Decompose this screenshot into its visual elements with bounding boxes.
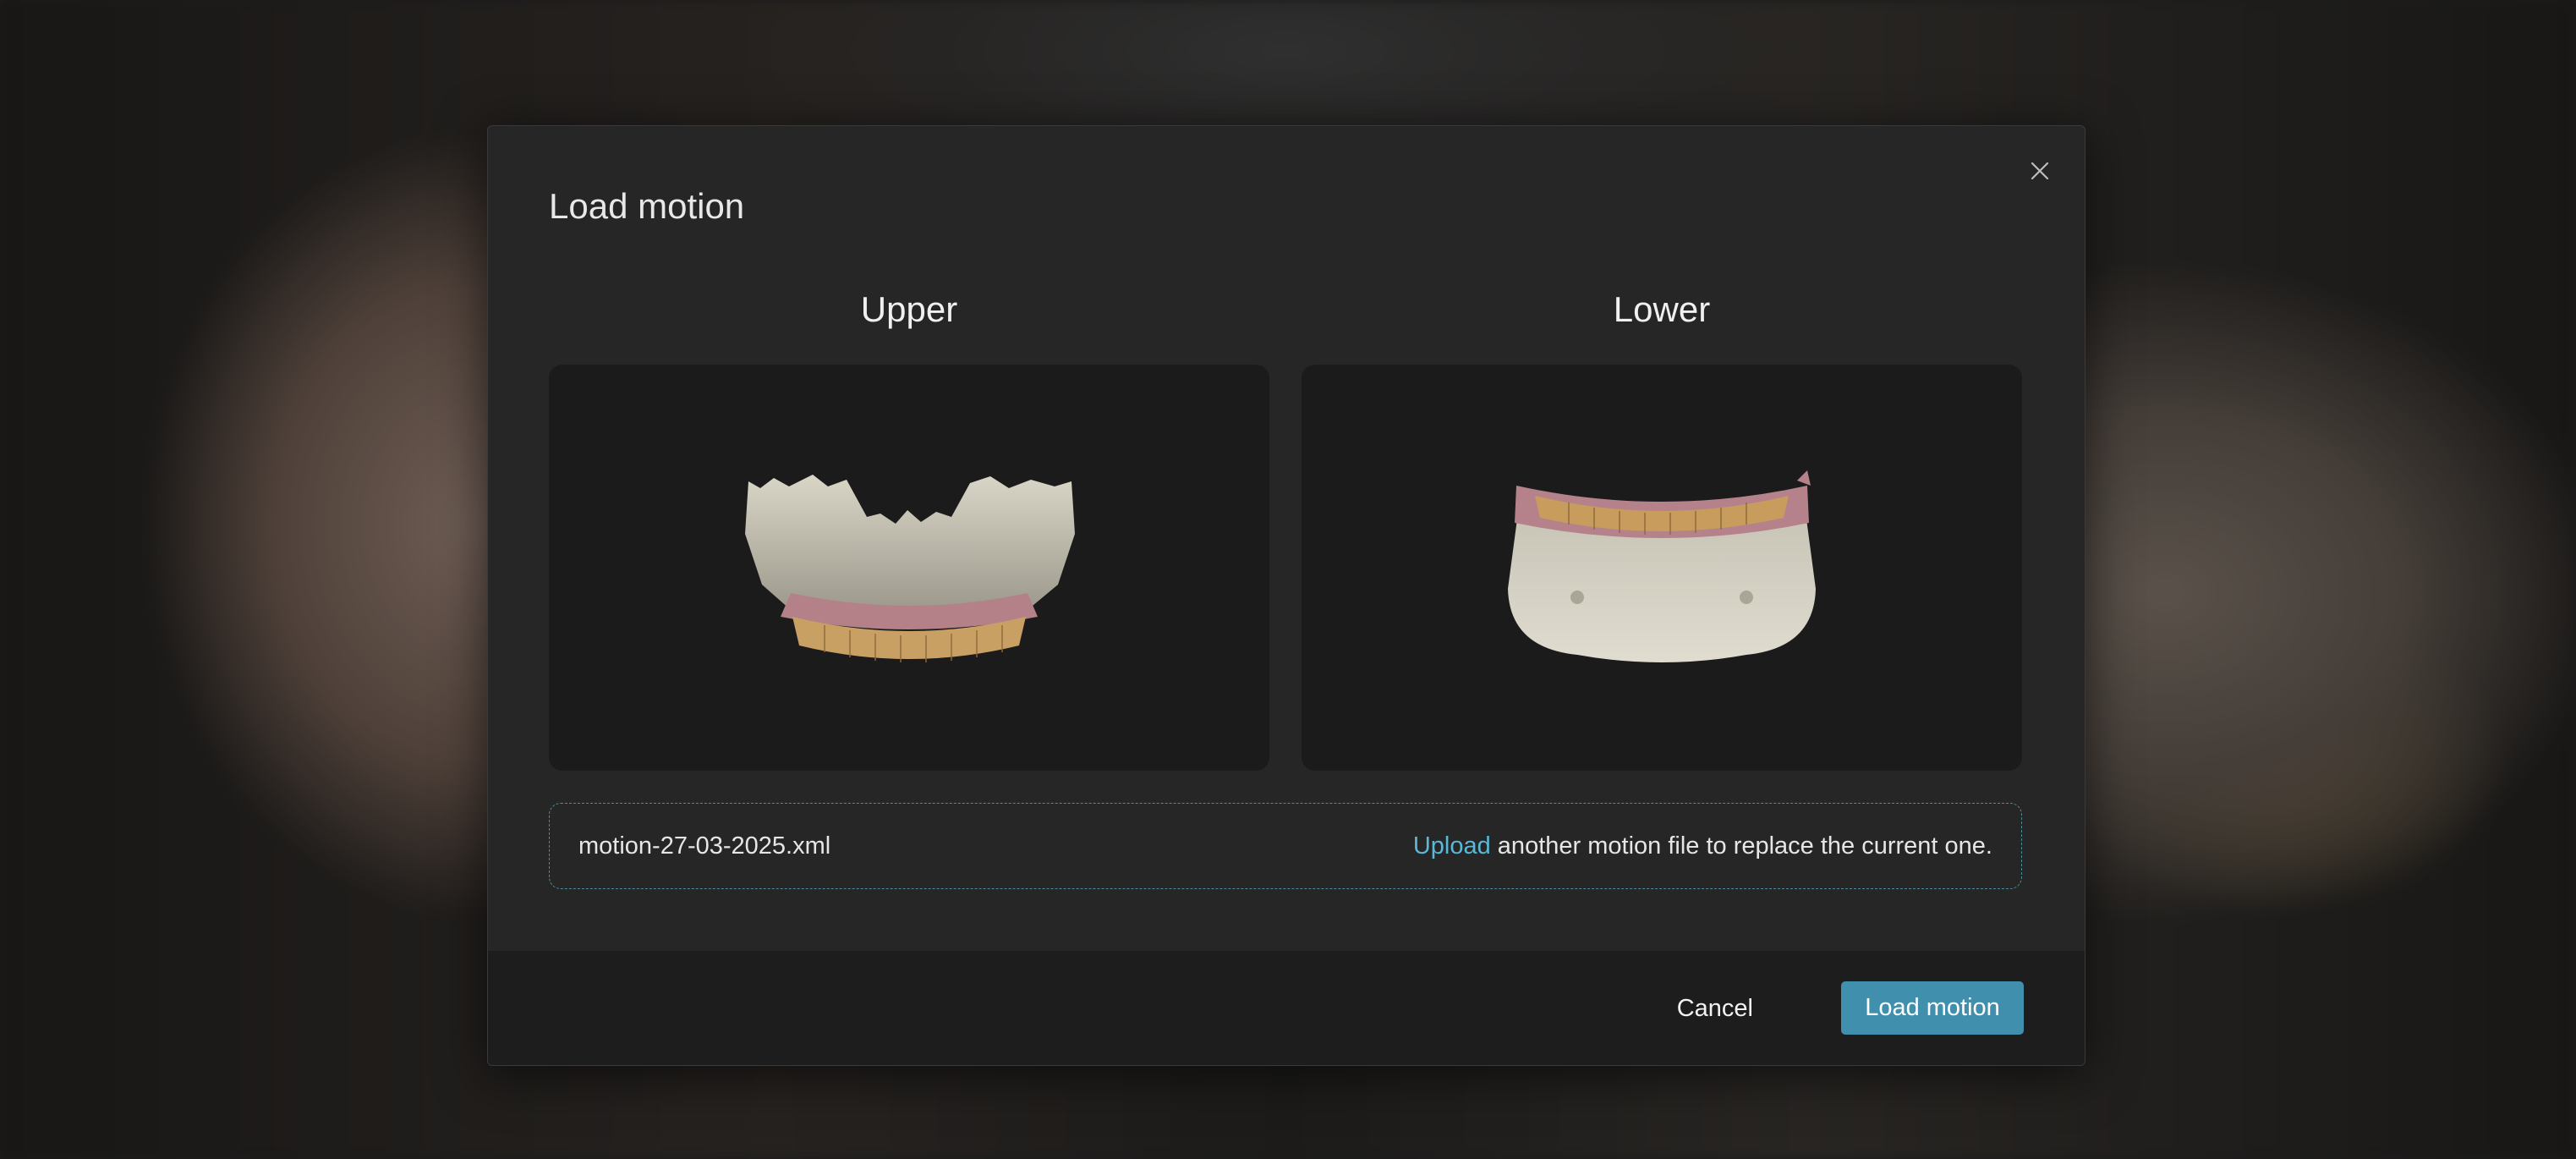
lower-heading: Lower: [1613, 289, 1711, 329]
close-icon: [2031, 162, 2049, 180]
load-motion-button[interactable]: Load motion: [1841, 981, 2024, 1035]
upload-link[interactable]: Upload: [1413, 832, 1491, 860]
upload-hint: Upload another motion file to replace th…: [1413, 832, 1992, 860]
cancel-button[interactable]: Cancel: [1652, 981, 1779, 1035]
upper-jaw-model: [745, 475, 1075, 662]
lower-jaw-preview[interactable]: [1302, 365, 2022, 771]
lower-jaw-model: [1508, 470, 1816, 662]
dialog-title: Load motion: [549, 186, 745, 226]
upper-heading: Upper: [860, 289, 958, 329]
upload-description: another motion file to replace the curre…: [1490, 832, 1992, 860]
dialog-footer: Cancel Load motion: [488, 951, 2085, 1065]
upper-jaw-preview[interactable]: [549, 365, 1269, 771]
load-motion-dialog: Load motion Upper Lower motion-27-03-202…: [487, 125, 2085, 1066]
close-button[interactable]: [2027, 158, 2053, 184]
motion-file-dropzone[interactable]: motion-27-03-2025.xml Upload another mot…: [549, 803, 2022, 889]
file-name: motion-27-03-2025.xml: [578, 832, 831, 860]
